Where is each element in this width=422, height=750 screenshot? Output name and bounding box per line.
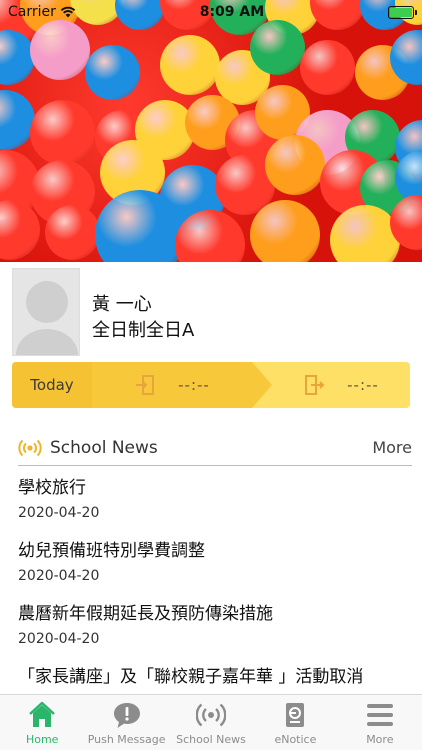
school-news-more-link[interactable]: More (372, 438, 412, 457)
news-item[interactable]: 農曆新年假期延長及預防傳染措施 2020-04-20 (18, 602, 412, 665)
check-in-section: --:-- (92, 362, 272, 408)
tab-more-label: More (366, 733, 394, 746)
check-in-time: --:-- (178, 376, 210, 394)
news-item-date: 2020-04-20 (18, 505, 100, 521)
ball (160, 35, 220, 95)
news-item[interactable]: 學校旅行 2020-04-20 (18, 476, 412, 539)
ball (265, 135, 325, 195)
header-photo (0, 0, 422, 262)
tab-home-label: Home (25, 733, 59, 746)
news-item-date: 2020-04-20 (18, 631, 100, 647)
tab-enotice-label: eNotice (274, 733, 317, 746)
battery-icon (387, 5, 417, 19)
news-item-date: 2020-04-20 (18, 568, 100, 584)
today-label: Today (12, 362, 92, 408)
news-item-title: 農曆新年假期延長及預防傳染措施 (18, 604, 273, 624)
news-list: 學校旅行 2020-04-20 幼兒預備班特別學費調整 2020-04-20 農… (18, 476, 412, 728)
school-news-header: School News More (18, 430, 412, 466)
home-icon (29, 701, 56, 727)
carrier-label: Carrier (8, 4, 56, 20)
school-news-title-wrap: School News (18, 438, 158, 458)
exit-door-icon (305, 375, 325, 395)
check-out-section: --:-- (252, 362, 410, 408)
news-item-title: 幼兒預備班特別學費調整 (18, 541, 205, 561)
ball (250, 20, 305, 75)
broadcast-icon (18, 439, 42, 456)
notice-document-icon (286, 703, 305, 727)
student-name: 黃 一心 (92, 294, 152, 315)
chat-bubble-icon (113, 703, 140, 728)
tab-home[interactable]: Home (0, 695, 84, 750)
broadcast-icon (196, 703, 227, 727)
ball (85, 45, 140, 100)
tab-push-message-label: Push Message (87, 733, 166, 746)
tab-enotice[interactable]: eNotice (253, 695, 337, 750)
school-news-title: School News (50, 437, 158, 458)
tab-push-message[interactable]: Push Message (84, 695, 168, 750)
news-item[interactable]: 幼兒預備班特別學費調整 2020-04-20 (18, 539, 412, 602)
avatar (12, 268, 80, 356)
enter-door-icon (136, 375, 155, 395)
ball (30, 20, 90, 80)
menu-icon (366, 704, 393, 726)
clock: 8:09 AM (199, 4, 265, 20)
status-left: Carrier (8, 4, 76, 20)
tab-school-news[interactable]: School News (169, 695, 253, 750)
ball (30, 100, 95, 165)
tab-more[interactable]: More (338, 695, 422, 750)
attendance-bar[interactable]: Today --:-- --:-- (12, 362, 410, 408)
student-class: 全日制全日A (92, 320, 195, 341)
tab-school-news-label: School News (176, 733, 246, 746)
ball (300, 40, 355, 95)
ball (250, 200, 320, 262)
news-item-title: 「家長講座」及「聯校親子嘉年華 」活動取消 (18, 667, 364, 687)
check-out-time: --:-- (347, 376, 379, 394)
ball (45, 205, 100, 260)
ball (0, 90, 35, 150)
status-bar: Carrier 8:09 AM (0, 0, 422, 24)
tab-bar: Home Push Message School News eNotice Mo… (0, 694, 422, 750)
wifi-icon (60, 6, 76, 18)
news-item-title: 學校旅行 (18, 478, 86, 498)
student-profile[interactable]: 黃 一心 全日制全日A (0, 262, 422, 360)
